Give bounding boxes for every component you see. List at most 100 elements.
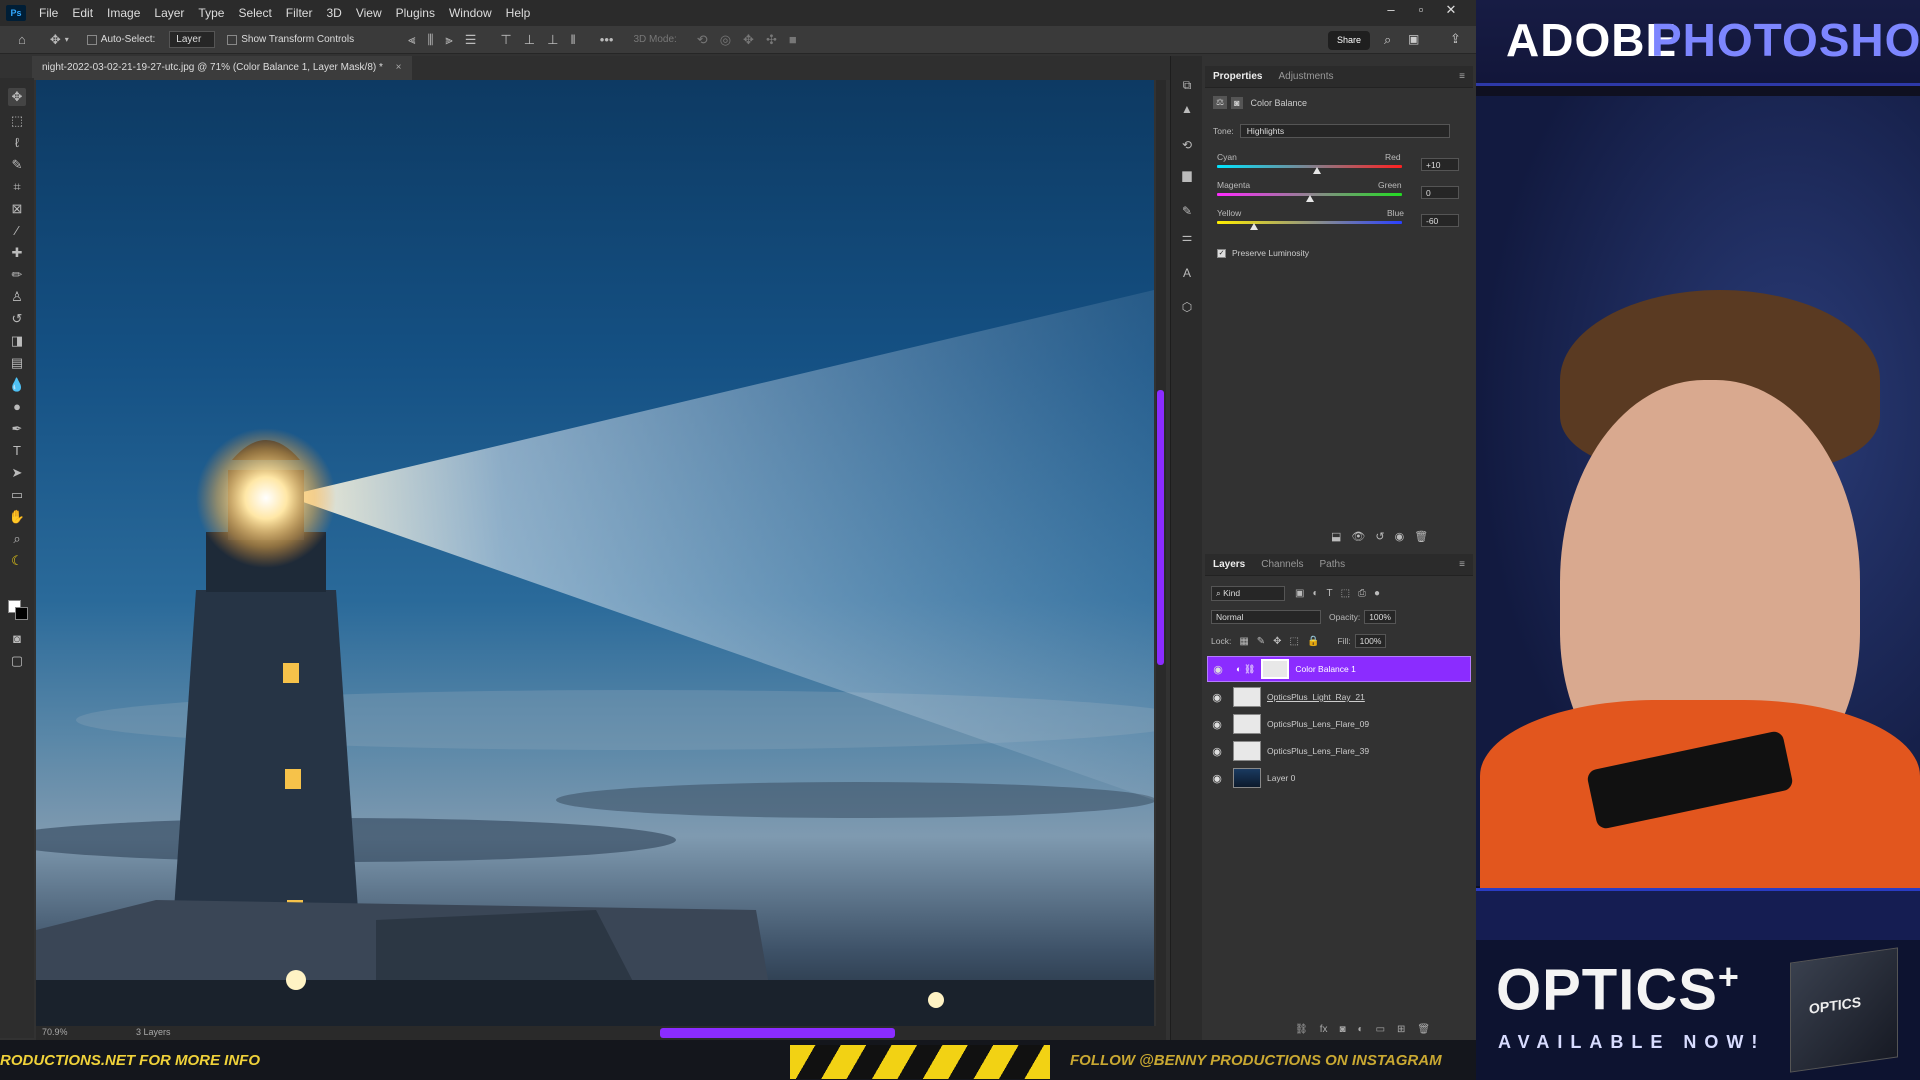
libraries-icon[interactable]: ⧉ [1179,78,1195,94]
auto-select-target-dropdown[interactable]: Layer [169,31,216,48]
crop-tool-icon[interactable]: ⌗ [8,178,26,196]
vertical-scrollbar-thumb[interactable] [1157,390,1164,665]
tab-layers[interactable]: Layers [1205,559,1253,570]
fx-icon[interactable]: fx [1320,1024,1328,1035]
history-icon[interactable]: ⟲ [1179,138,1195,154]
menu-file[interactable]: File [32,6,65,20]
menu-select[interactable]: Select [231,6,278,20]
eyedropper-tool-icon[interactable]: ⁄ [8,222,26,240]
align-center-icon[interactable]: ⫼ [427,32,433,48]
delete-adjustment-icon[interactable]: 🗑 [1414,530,1428,543]
cyan-red-value[interactable]: +10 [1421,158,1459,171]
banana-icon[interactable]: ☾ [8,552,26,570]
delete-layer-icon[interactable]: 🗑 [1417,1024,1430,1035]
marquee-tool-icon[interactable]: ⬚ [8,112,26,130]
opacity-value[interactable]: 100% [1364,610,1396,624]
minimize-icon[interactable]: – [1376,0,1406,20]
eraser-tool-icon[interactable]: ◨ [8,332,26,350]
color-balance-icon[interactable]: ⚖ [1213,96,1228,109]
adjustments-icon[interactable]: ⚌ [1179,230,1195,246]
clip-to-layer-icon[interactable]: ⬓ [1331,530,1341,543]
visibility-eye-icon[interactable]: ◉ [1207,772,1227,785]
tab-paths[interactable]: Paths [1312,559,1354,570]
hand-tool-icon[interactable]: ✋ [8,508,26,526]
magenta-green-slider-handle[interactable] [1305,195,1314,202]
lock-icons[interactable]: ▦✎✥⬚🔒 [1239,636,1327,647]
yellow-blue-slider-handle[interactable] [1250,223,1258,230]
3d-icon[interactable]: ⬡ [1179,300,1195,316]
new-layer-icon[interactable]: ⊞ [1397,1024,1405,1035]
align-right-icon[interactable]: ⫸ [445,32,452,48]
add-mask-icon[interactable]: ◙ [1339,1024,1345,1035]
layer-name[interactable]: Layer 0 [1267,773,1295,783]
fill-value[interactable]: 100% [1354,634,1387,648]
tone-dropdown[interactable]: Highlights [1239,124,1450,138]
type-tool-icon[interactable]: T [8,442,26,460]
menu-view[interactable]: View [349,6,389,20]
home-icon[interactable]: ⌂ [18,32,26,47]
more-options-icon[interactable]: ••• [600,32,614,47]
maximize-icon[interactable]: ▫ [1406,0,1436,20]
rectangle-tool-icon[interactable]: ▭ [8,486,26,504]
layer-name[interactable]: OpticsPlus_Lens_Flare_09 [1267,719,1369,729]
layer-name[interactable]: Color Balance 1 [1295,664,1355,674]
visibility-eye-icon[interactable]: ◉ [1207,718,1227,731]
quick-mask-icon[interactable]: ◙ [8,630,26,648]
panel-menu-icon[interactable]: ≡ [1459,559,1465,570]
view-previous-icon[interactable]: 👁 [1351,530,1365,543]
auto-select-checkbox[interactable] [86,34,97,45]
quick-select-tool-icon[interactable]: ✎ [8,156,26,174]
frame-tool-icon[interactable]: ⊠ [8,200,26,218]
brushes-icon[interactable]: ✎ [1179,204,1195,220]
layer-row-lens-flare-09[interactable]: ◉ OpticsPlus_Lens_Flare_09 [1207,711,1471,737]
menu-3d[interactable]: 3D [319,6,348,20]
align-bottom-icon[interactable]: ⊥ [547,32,558,48]
share-button[interactable]: Share [1328,31,1370,50]
tab-adjustments[interactable]: Adjustments [1270,71,1341,82]
menu-help[interactable]: Help [499,6,538,20]
new-adjustment-icon[interactable]: ◐ [1358,1024,1364,1035]
align-middle-icon[interactable]: ⊥ [524,32,535,48]
yellow-blue-track[interactable] [1217,221,1402,224]
character-icon[interactable]: A [1179,266,1195,282]
path-select-tool-icon[interactable]: ➤ [8,464,26,482]
move-tool-icon[interactable]: ✥ [50,32,61,48]
mask-icon[interactable]: ◙ [1231,96,1243,109]
horizontal-scrollbar-thumb[interactable] [660,1028,895,1038]
histogram-icon[interactable]: ▆ [1179,168,1195,184]
visibility-eye-icon[interactable]: ◉ [1207,745,1227,758]
show-transform-checkbox[interactable] [227,34,238,45]
share-export-icon[interactable]: ⇪ [1450,31,1461,47]
workspace-icon[interactable]: ▣ [1408,32,1419,46]
toggle-visibility-icon[interactable]: ◉ [1395,530,1405,543]
menu-edit[interactable]: Edit [65,6,100,20]
menu-layer[interactable]: Layer [147,6,191,20]
layer-row-color-balance[interactable]: ◉ ◐ ⛓ Color Balance 1 [1207,656,1471,682]
search-icon[interactable]: ⌕ [1384,32,1391,48]
zoom-tool-icon[interactable]: ⌕ [8,530,26,548]
layer-row-light-ray[interactable]: ◉ OpticsPlus_Light_Ray_21 [1207,684,1471,710]
blur-tool-icon[interactable]: 💧 [8,376,26,394]
lasso-tool-icon[interactable]: ℓ [8,134,26,152]
blend-mode-dropdown[interactable]: Normal [1211,610,1321,624]
move-tool-icon[interactable]: ✥ [8,88,26,106]
menu-image[interactable]: Image [100,6,147,20]
new-group-icon[interactable]: ▭ [1376,1024,1385,1035]
layer-row-layer-0[interactable]: ◉ Layer 0 [1207,765,1471,791]
layer-filter-icons[interactable]: ▣◐T⬚⎙● [1295,588,1388,599]
panel-menu-icon[interactable]: ≡ [1459,71,1465,82]
chevron-down-icon[interactable]: ▾ [65,35,69,44]
document-canvas[interactable] [36,80,1154,1026]
brush-tool-icon[interactable]: ✏ [8,266,26,284]
layer-filter-dropdown[interactable]: ⌕ Kind [1211,586,1285,601]
actions-icon[interactable]: ▲ [1179,102,1195,118]
align-left-icon[interactable]: ⫷ [408,32,415,48]
screen-mode-icon[interactable]: ▢ [8,652,26,670]
tab-channels[interactable]: Channels [1253,559,1311,570]
pen-tool-icon[interactable]: ✒ [8,420,26,438]
layer-row-lens-flare-39[interactable]: ◉ OpticsPlus_Lens_Flare_39 [1207,738,1471,764]
visibility-eye-icon[interactable]: ◉ [1208,663,1228,676]
cyan-red-slider-handle[interactable] [1312,167,1321,174]
tab-properties[interactable]: Properties [1205,71,1270,82]
cyan-red-track[interactable] [1217,165,1402,168]
